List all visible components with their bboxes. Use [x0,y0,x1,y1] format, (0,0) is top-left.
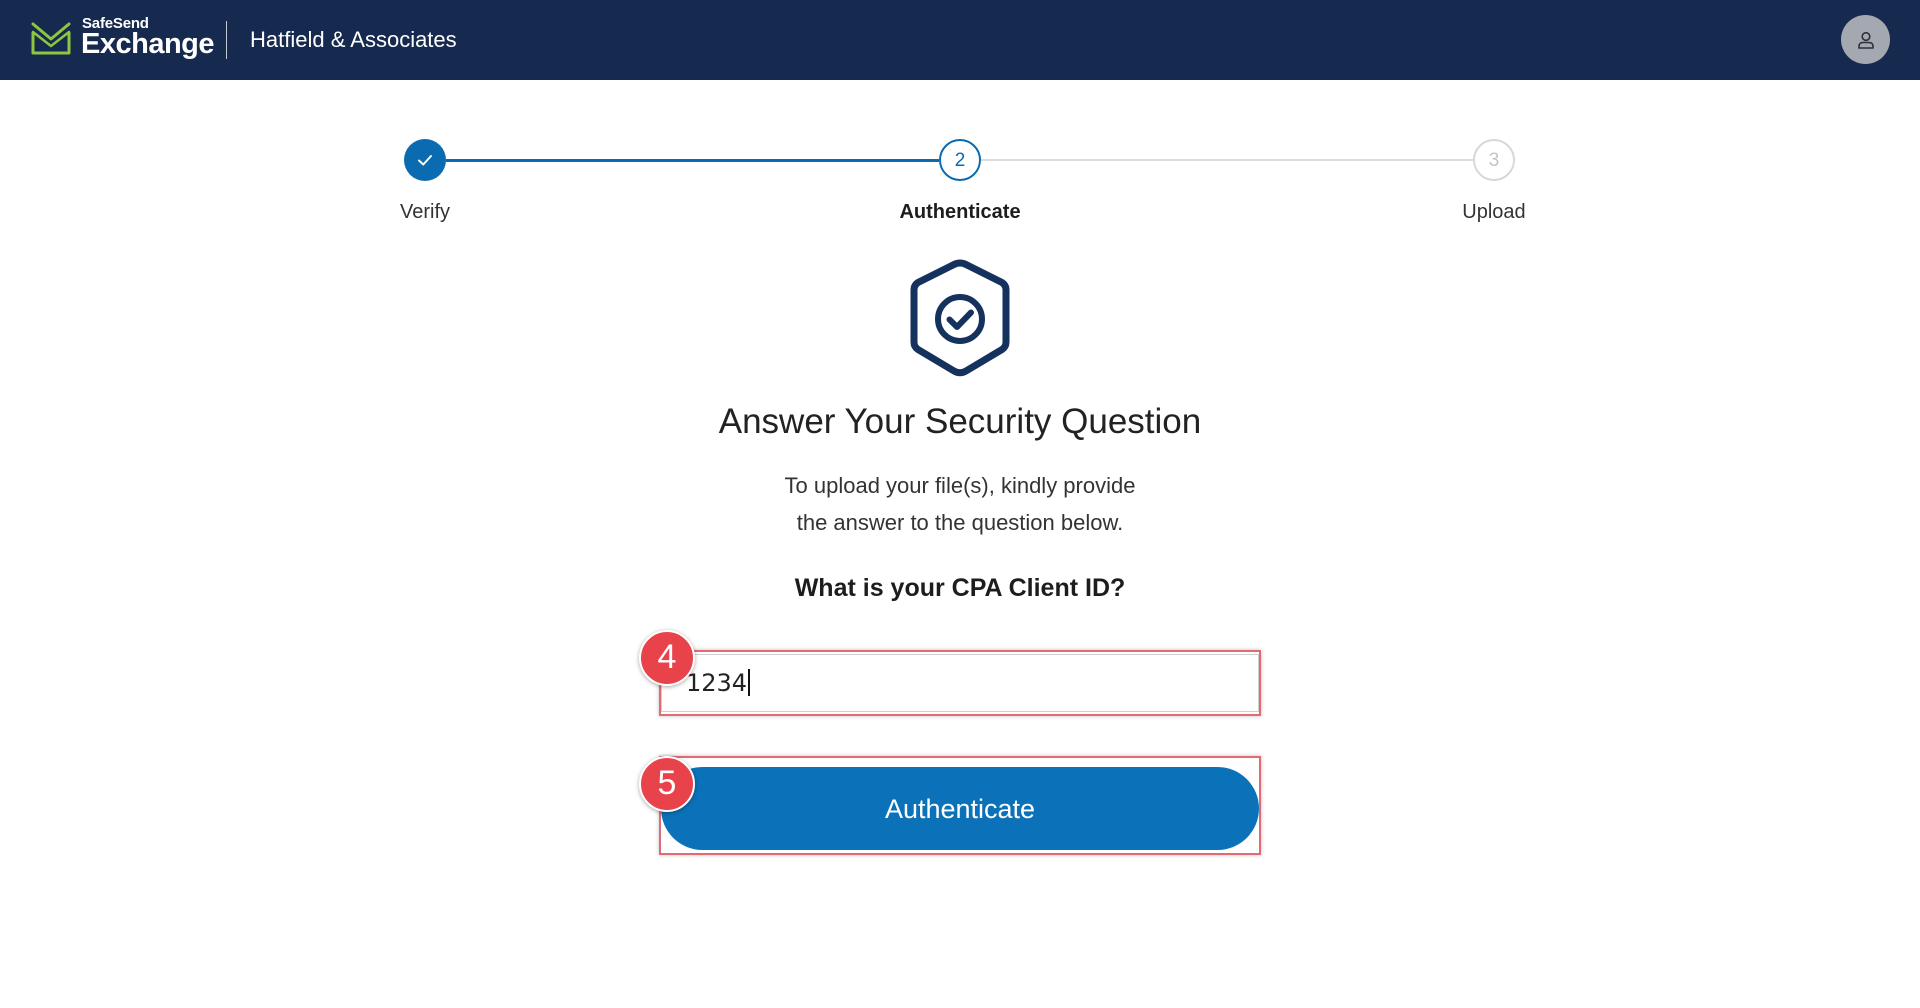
step-connector-pending [981,159,1473,161]
authenticate-button[interactable]: Authenticate [661,767,1259,850]
step-authenticate-indicator: 2 [939,139,981,181]
instructions-line-2: the answer to the question below. [796,510,1124,535]
step-verify-indicator [404,139,446,181]
annotation-badge-4: 4 [639,630,695,686]
page-title: Answer Your Security Question [718,402,1202,441]
envelope-check-icon [31,22,71,55]
header-divider [226,21,227,59]
user-avatar-button[interactable] [1841,15,1890,64]
security-question: What is your CPA Client ID? [794,574,1126,602]
step-upload-indicator: 3 [1473,139,1515,181]
user-icon [1857,31,1874,49]
step-connector-complete [446,159,939,162]
text-caret [748,668,751,696]
shield-check-icon [910,259,1010,377]
top-bar: SafeSend Exchange Hatfield & Associates [0,0,1920,80]
step-label-upload: Upload [1462,201,1526,223]
step-number: 3 [1488,149,1500,171]
step-label-authenticate: Authenticate [899,201,1021,223]
instructions-text: To upload your file(s), kindly provide t… [0,467,1920,541]
brand-name: Exchange [81,28,215,60]
step-number: 2 [954,149,966,171]
answer-value: 1234 [686,669,748,697]
annotation-badge-5: 5 [639,756,695,812]
check-icon [418,155,432,166]
step-label-verify: Verify [399,201,451,223]
company-name: Hatfield & Associates [250,27,457,52]
instructions-line-1: To upload your file(s), kindly provide [784,473,1136,498]
security-answer-input[interactable]: 1234 [661,654,1259,712]
